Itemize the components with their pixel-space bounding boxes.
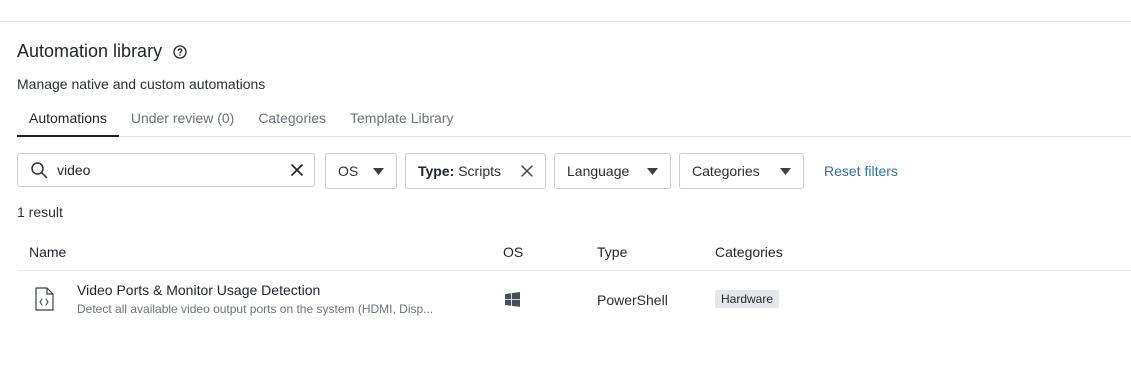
automation-name[interactable]: Video Ports & Monitor Usage Detection: [77, 282, 320, 298]
tab-categories[interactable]: Categories: [246, 102, 338, 136]
chevron-down-icon: [647, 168, 658, 175]
automation-type: PowerShell: [597, 292, 668, 308]
column-header-name[interactable]: Name: [29, 244, 66, 260]
os-filter-label: OS: [338, 163, 359, 179]
search-box: [17, 153, 315, 187]
reset-filters-link[interactable]: Reset filters: [824, 163, 898, 179]
column-header-type[interactable]: Type: [597, 244, 627, 260]
result-count: 1 result: [17, 204, 63, 220]
categories-filter-dropdown[interactable]: Categories: [679, 153, 804, 189]
page-title-text: Automation library: [17, 41, 163, 61]
column-header-os[interactable]: OS: [503, 244, 523, 260]
help-circle-icon[interactable]: [173, 44, 187, 59]
tab-bar: Automations Under review (0) Categories …: [17, 102, 1131, 137]
windows-icon: [505, 292, 520, 307]
table-row[interactable]: Video Ports & Monitor Usage Detection De…: [17, 271, 1131, 327]
script-file-icon: [34, 287, 54, 311]
tab-under-review[interactable]: Under review (0): [119, 102, 246, 136]
page-title: Automation library: [17, 41, 187, 62]
category-badge: Hardware: [715, 290, 780, 308]
chevron-down-icon: [373, 168, 384, 175]
type-filter-chip[interactable]: Type: Scripts: [405, 153, 546, 189]
search-icon: [30, 161, 48, 179]
os-filter-dropdown[interactable]: OS: [325, 153, 397, 189]
chevron-down-icon: [780, 168, 791, 175]
tab-template-library[interactable]: Template Library: [338, 102, 466, 136]
clear-search-icon[interactable]: [289, 162, 305, 178]
categories-filter-label: Categories: [692, 163, 760, 179]
top-divider: [0, 21, 1131, 22]
type-filter-value: Scripts: [458, 163, 501, 179]
column-header-categories[interactable]: Categories: [715, 244, 783, 260]
language-filter-label: Language: [567, 163, 630, 179]
tab-automations[interactable]: Automations: [17, 102, 119, 137]
automation-description: Detect all available video output ports …: [77, 302, 434, 316]
table-header: Name OS Type Categories: [17, 234, 1131, 271]
page-subtitle: Manage native and custom automations: [17, 76, 266, 92]
remove-filter-icon[interactable]: [521, 165, 533, 177]
language-filter-dropdown[interactable]: Language: [554, 153, 671, 189]
type-filter-key: Type:: [418, 163, 455, 179]
search-input[interactable]: [57, 162, 277, 178]
